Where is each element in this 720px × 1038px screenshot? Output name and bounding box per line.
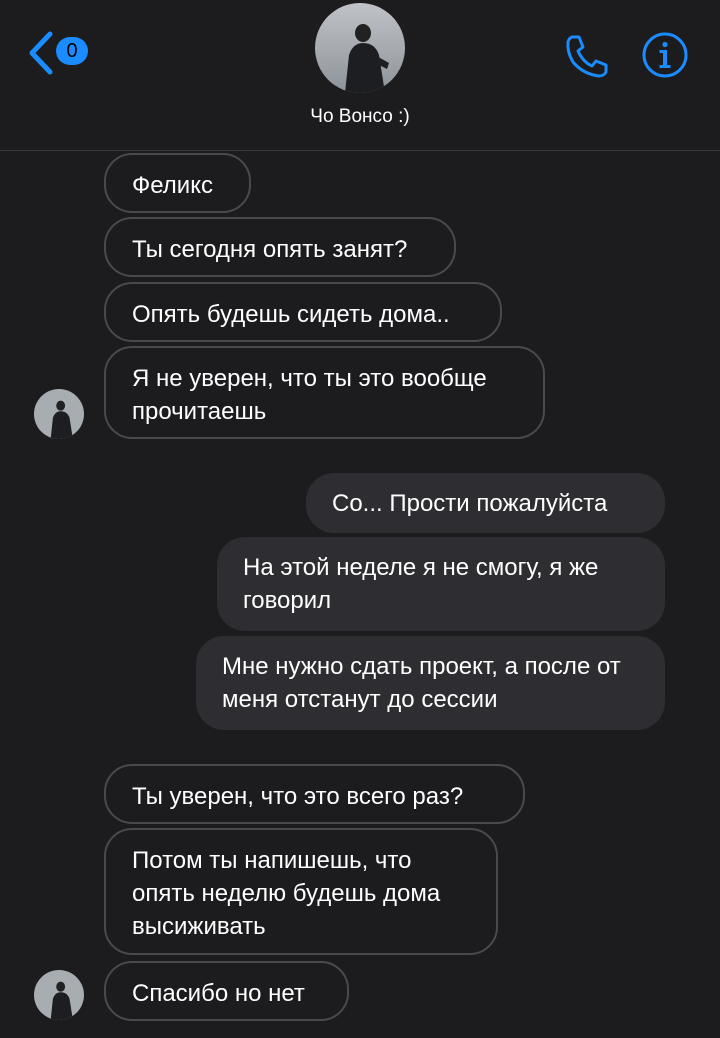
call-button[interactable]	[563, 32, 611, 80]
contact-name[interactable]: Чо Вонсо :)	[0, 106, 720, 128]
chat-header: 0 Чо Вонсо :)	[0, 0, 720, 151]
contact-avatar[interactable]	[315, 3, 405, 93]
message-outgoing[interactable]: Мне нужно сдать проект, а после от меня …	[196, 636, 665, 730]
phone-icon	[566, 35, 608, 78]
info-icon	[642, 32, 688, 78]
sender-avatar[interactable]	[34, 389, 84, 439]
chat-screen: 0 Чо Вонсо :) Феликс Ты сегодня опять за…	[0, 0, 720, 1038]
info-button[interactable]	[641, 31, 689, 79]
message-incoming[interactable]: Я не уверен, что ты это вообще прочитаеш…	[104, 346, 545, 439]
message-incoming[interactable]: Феликс	[104, 153, 251, 213]
back-button[interactable]: 0	[26, 28, 96, 76]
message-incoming[interactable]: Спасибо но нет	[104, 961, 349, 1021]
message-incoming[interactable]: Потом ты напишешь, что опять неделю буде…	[104, 828, 498, 955]
message-incoming[interactable]: Ты сегодня опять занят?	[104, 217, 456, 277]
sender-avatar[interactable]	[34, 970, 84, 1020]
chevron-left-icon	[29, 31, 53, 75]
message-incoming[interactable]: Опять будешь сидеть дома..	[104, 282, 502, 342]
message-outgoing[interactable]: Со... Прости пожалуйста	[306, 473, 665, 533]
message-outgoing[interactable]: На этой неделе я не смогу, я же говорил	[217, 537, 665, 631]
unread-count-badge: 0	[56, 37, 88, 65]
message-incoming[interactable]: Ты уверен, что это всего раз?	[104, 764, 525, 824]
